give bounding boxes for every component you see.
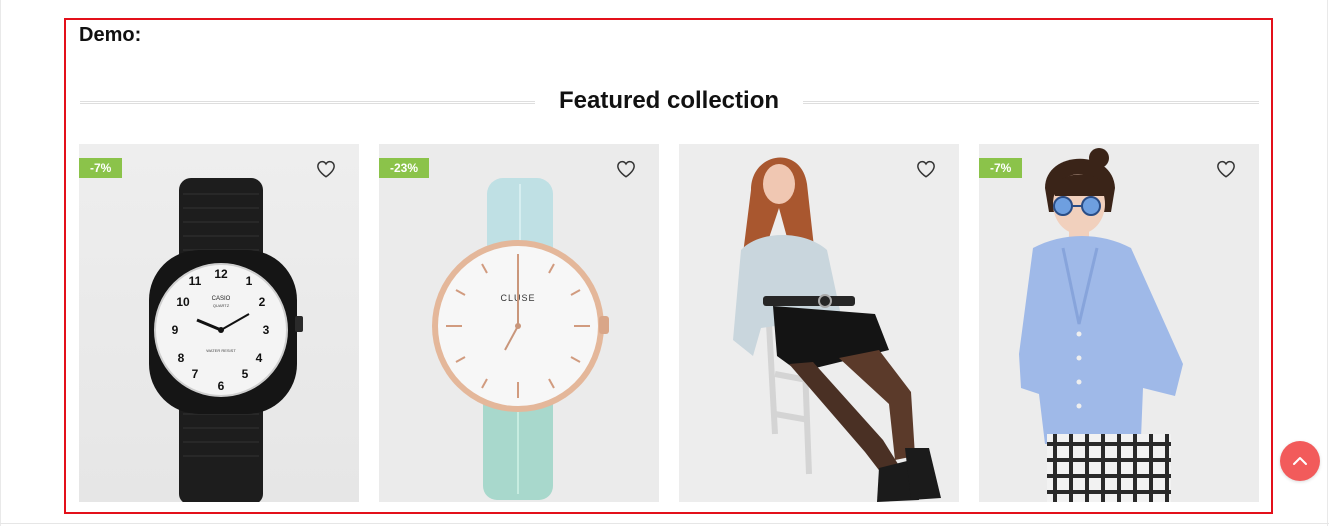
product-card-blue-cardigan-outfit[interactable]: -7% bbox=[979, 144, 1259, 502]
svg-text:12: 12 bbox=[214, 267, 228, 281]
page-border-right bbox=[1327, 0, 1328, 526]
demo-label: Demo: bbox=[79, 24, 142, 46]
product-image-cluse-watch[interactable]: CLUSE bbox=[379, 144, 659, 502]
watch-brand-text: CASIO bbox=[212, 296, 231, 302]
svg-text:3: 3 bbox=[263, 323, 270, 337]
heart-outline-icon bbox=[917, 160, 935, 178]
svg-text:11: 11 bbox=[189, 274, 202, 288]
watch-dial-text: WATER RESIST bbox=[206, 348, 236, 353]
product-image-blue-cardigan-outfit[interactable] bbox=[979, 144, 1259, 502]
svg-text:6: 6 bbox=[218, 379, 225, 393]
product-card-grey-sweater-outfit[interactable] bbox=[679, 144, 959, 502]
heart-outline-icon bbox=[617, 160, 635, 178]
section-title: Featured collection bbox=[558, 87, 780, 114]
svg-text:8: 8 bbox=[178, 351, 185, 365]
title-divider-right bbox=[803, 101, 1259, 104]
wishlist-button[interactable] bbox=[615, 158, 637, 180]
back-to-top-button[interactable] bbox=[1280, 441, 1320, 481]
chevron-up-icon bbox=[1293, 457, 1307, 465]
discount-badge: -7% bbox=[79, 158, 123, 178]
svg-text:1: 1 bbox=[246, 274, 253, 288]
product-image-casio-watch[interactable]: 12 12 345 678 91011 CASIO QUARTZ WATER RE… bbox=[79, 144, 359, 502]
svg-text:7: 7 bbox=[192, 367, 199, 381]
product-card-casio-watch[interactable]: 12 1 2 345 678 9 10 11 CASIO QUARTZ WATER RE… bbox=[79, 144, 359, 502]
title-divider-left bbox=[80, 101, 535, 104]
wishlist-button[interactable] bbox=[315, 158, 337, 180]
heart-outline-icon bbox=[317, 160, 335, 178]
wishlist-button[interactable] bbox=[1215, 158, 1237, 180]
svg-text:4: 4 bbox=[256, 351, 263, 365]
page-border-bottom bbox=[0, 523, 1329, 524]
discount-badge: -7% bbox=[979, 158, 1023, 178]
heart-outline-icon bbox=[1217, 160, 1235, 178]
svg-text:5: 5 bbox=[242, 367, 249, 381]
page-border-left bbox=[0, 0, 1, 526]
svg-text:9: 9 bbox=[172, 323, 179, 337]
svg-text:2: 2 bbox=[259, 295, 266, 309]
watch-sub-text: QUARTZ bbox=[213, 303, 230, 308]
product-card-cluse-watch[interactable]: CLUSE -23% bbox=[379, 144, 659, 502]
wishlist-button[interactable] bbox=[915, 158, 937, 180]
discount-badge: -23% bbox=[379, 158, 430, 178]
product-image-grey-sweater-outfit[interactable] bbox=[679, 144, 959, 502]
svg-text:10: 10 bbox=[176, 295, 190, 309]
